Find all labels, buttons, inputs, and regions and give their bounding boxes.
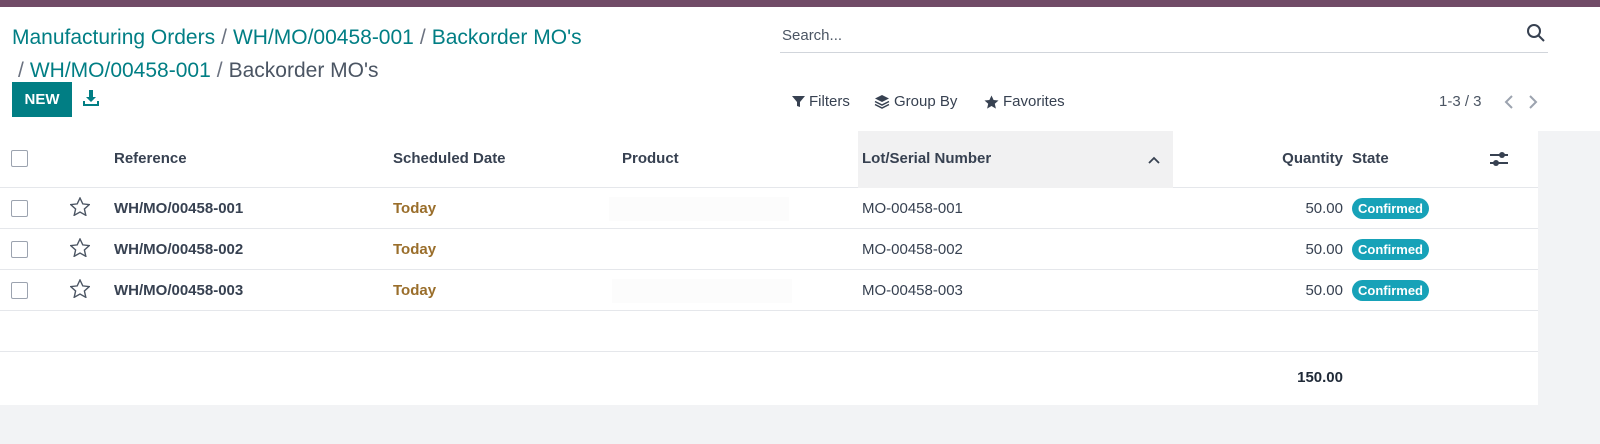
row-checkbox[interactable] xyxy=(11,200,28,217)
pager-value[interactable]: 1-3 / 3 xyxy=(1439,93,1482,110)
breadcrumb: Manufacturing Orders / WH/MO/00458-001/Bac… xyxy=(12,21,732,87)
star-icon xyxy=(984,95,999,109)
breadcrumb-backorder-mos[interactable]: Backorder MO's xyxy=(432,26,582,49)
search-input[interactable] xyxy=(782,21,1502,49)
status-badge: Confirmed xyxy=(1352,239,1429,260)
total-quantity: 150.00 xyxy=(1297,369,1343,386)
favorites-button[interactable]: Favorites xyxy=(984,93,1065,110)
empty-row xyxy=(0,311,1538,352)
top-brand-bar xyxy=(0,0,1600,7)
column-reference[interactable]: Reference xyxy=(114,149,187,169)
row-lot-serial-number: MO-00458-003 xyxy=(862,282,963,299)
row-checkbox[interactable] xyxy=(11,241,28,258)
row-quantity: 50.00 xyxy=(1305,200,1343,217)
table-row[interactable]: WH/MO/00458-003 Today MO-00458-003 50.00… xyxy=(0,270,1538,311)
status-badge: Confirmed xyxy=(1352,198,1429,219)
filters-button[interactable]: Filters xyxy=(792,93,850,110)
breadcrumb-mo-00458-001-second[interactable]: WH/MO/00458-001 xyxy=(30,59,211,82)
status-badge: Confirmed xyxy=(1352,280,1429,301)
column-scheduled-date[interactable]: Scheduled Date xyxy=(393,149,506,169)
table-header: Reference Scheduled Date Product Lot/Ser… xyxy=(0,131,1538,188)
breadcrumb-separator: / xyxy=(419,26,426,49)
breadcrumb-separator: / xyxy=(216,59,223,82)
table-row[interactable]: WH/MO/00458-002 Today MO-00458-002 50.00… xyxy=(0,229,1538,270)
column-product[interactable]: Product xyxy=(622,149,679,169)
select-all-checkbox[interactable] xyxy=(11,150,28,167)
row-reference: WH/MO/00458-003 xyxy=(114,282,244,299)
priority-star-icon[interactable] xyxy=(69,278,91,299)
row-reference: WH/MO/00458-002 xyxy=(114,241,244,258)
row-scheduled-date: Today xyxy=(393,200,437,217)
group-by-button[interactable]: Group By xyxy=(874,93,957,110)
row-quantity: 50.00 xyxy=(1305,241,1343,258)
layers-icon xyxy=(874,95,890,109)
list-view: Reference Scheduled Date Product Lot/Ser… xyxy=(0,131,1538,405)
page-title: Backorder MO's xyxy=(228,59,379,82)
row-product xyxy=(612,279,792,303)
control-panel: Manufacturing Orders / WH/MO/00458-001/Bac… xyxy=(0,7,1600,131)
priority-star-icon[interactable] xyxy=(69,237,91,258)
new-button[interactable]: NEW xyxy=(12,82,72,117)
row-scheduled-date: Today xyxy=(393,282,437,299)
row-lot-serial-number: MO-00458-002 xyxy=(862,241,963,258)
favorites-label: Favorites xyxy=(1003,93,1065,110)
download-icon[interactable] xyxy=(82,89,102,109)
filters-label: Filters xyxy=(809,93,850,110)
group-by-label: Group By xyxy=(894,93,958,110)
row-product xyxy=(609,197,789,221)
table-row[interactable]: WH/MO/00458-001 Today MO-00458-001 50.00… xyxy=(0,188,1538,229)
breadcrumb-manufacturing-orders[interactable]: Manufacturing Orders xyxy=(12,26,215,49)
breadcrumb-mo-00458-001[interactable]: WH/MO/00458-001 xyxy=(233,26,414,49)
column-lot-serial-number[interactable]: Lot/Serial Number xyxy=(862,149,991,169)
breadcrumb-separator: / xyxy=(18,59,24,82)
row-checkbox[interactable] xyxy=(11,282,28,299)
filter-icon xyxy=(792,96,805,107)
row-lot-serial-number: MO-00458-001 xyxy=(862,200,963,217)
column-quantity[interactable]: Quantity xyxy=(1282,149,1343,169)
pager-next-icon[interactable] xyxy=(1527,94,1541,110)
search-icon[interactable] xyxy=(1526,23,1548,45)
pager-previous-icon[interactable] xyxy=(1503,94,1517,110)
breadcrumb-separator: / xyxy=(221,26,227,49)
row-reference: WH/MO/00458-001 xyxy=(114,200,244,217)
priority-star-icon[interactable] xyxy=(69,196,91,217)
optional-columns-icon[interactable] xyxy=(1489,150,1509,173)
sort-ascending-icon[interactable] xyxy=(1147,152,1161,170)
row-scheduled-date: Today xyxy=(393,241,437,258)
search-bar xyxy=(780,17,1548,53)
row-quantity: 50.00 xyxy=(1305,282,1343,299)
column-state[interactable]: State xyxy=(1352,149,1389,169)
